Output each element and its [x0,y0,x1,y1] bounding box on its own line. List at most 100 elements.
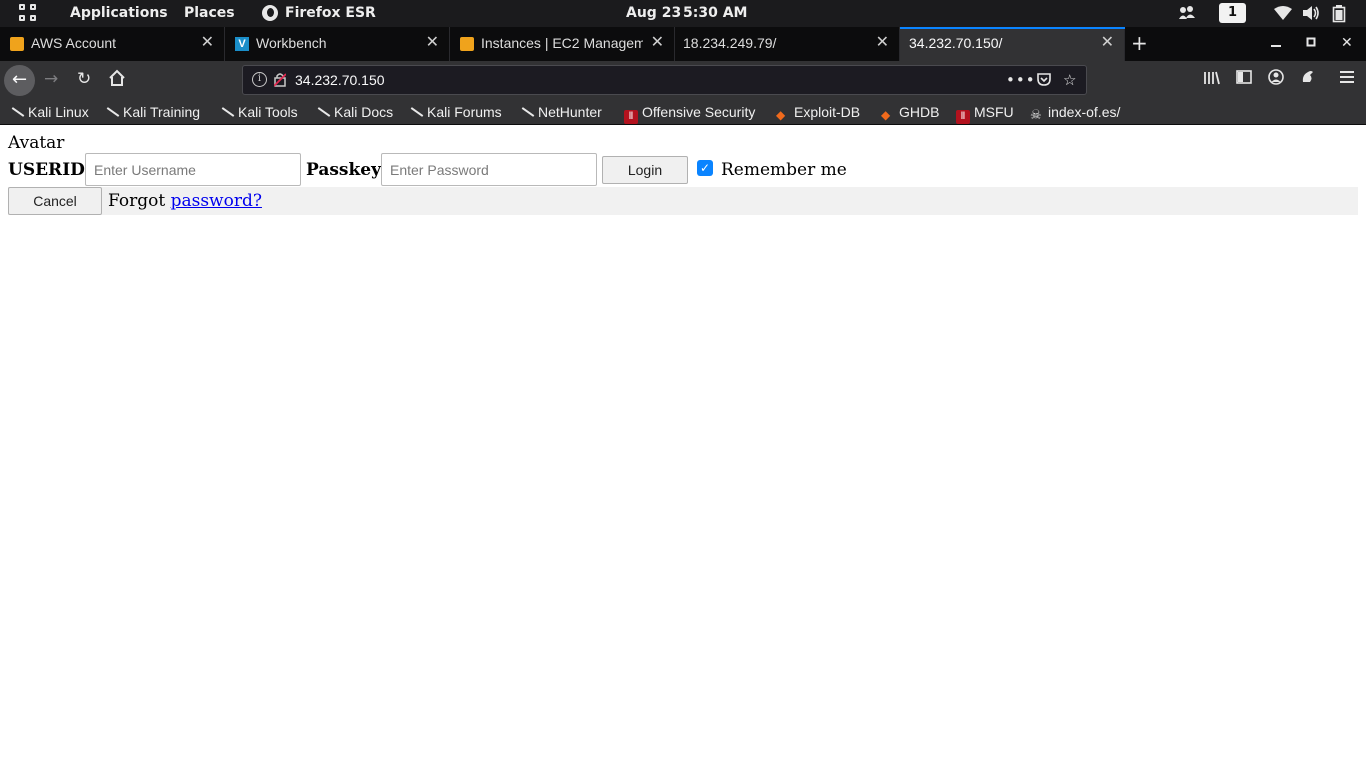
bookmark-star-icon[interactable]: ☆ [1063,71,1076,89]
tab-title: 34.232.70.150/ [909,35,1003,51]
bookmark-label: Exploit-DB [794,104,861,120]
exploitdb-icon: ◆ [776,108,786,122]
username-input[interactable] [85,153,301,186]
firefox-app-menu[interactable]: Firefox ESR [285,5,376,21]
site-info-icon[interactable]: i [252,72,267,87]
offsec-icon: Ⅱ [624,110,638,124]
clock-date[interactable]: Aug 23 [626,5,681,21]
navigation-toolbar: ← → ↻ i 34.232.70.150 ••• ☆ [0,61,1366,99]
bookmark-label: NetHunter [538,104,602,120]
clock-time[interactable]: 5:30 AM [683,5,747,21]
bookmark-kali-linux[interactable]: Kali Linux [10,103,89,121]
people-icon[interactable] [1178,5,1196,21]
menu-hamburger-icon[interactable] [1339,69,1355,90]
password-input[interactable] [381,153,597,186]
tab-title: Instances | EC2 Managem [481,35,643,51]
sidebar-icon[interactable] [1236,69,1252,90]
bookmark-label: GHDB [899,104,940,120]
library-icon[interactable] [1203,69,1221,92]
aws-icon [10,37,24,51]
tab-34-232-70-150[interactable]: 34.232.70.150/ ✕ [900,27,1125,61]
bookmark-kali-tools[interactable]: Kali Tools [220,103,298,121]
bookmark-label: index-of.es/ [1048,104,1121,120]
tab-title: Workbench [256,35,327,51]
bookmark-ghdb[interactable]: ◆ GHDB [881,103,940,122]
bookmark-exploit-db[interactable]: ◆ Exploit-DB [776,103,861,122]
wifi-icon[interactable] [1274,5,1292,21]
bookmark-label: Kali Forums [427,104,502,120]
bookmark-label: MSFU [974,104,1014,120]
volume-icon[interactable] [1302,5,1320,21]
forgot-password-text: Forgot password? [108,191,262,211]
bookmark-label: Kali Docs [334,104,394,120]
page-actions-icon[interactable]: ••• [1006,71,1036,89]
page-content: Avatar USERID Passkey Login ✓ Remember m… [0,126,1366,768]
reload-icon[interactable]: ↻ [77,69,91,89]
kali-icon [316,105,330,119]
maximize-icon[interactable] [1306,35,1318,53]
close-tab-icon[interactable]: ✕ [651,34,664,52]
exploitdb-icon: ◆ [881,108,891,122]
url-text[interactable]: 34.232.70.150 [295,72,385,88]
minimize-icon[interactable] [1270,35,1282,53]
kali-icon [10,105,24,119]
remember-me-checkbox[interactable]: ✓ [697,160,713,176]
userid-label: USERID [8,160,85,180]
bookmark-index-of[interactable]: ☠ index-of.es/ [1030,103,1121,122]
tab-ec2-instances[interactable]: Instances | EC2 Managem ✕ [450,27,675,61]
skull-icon: ☠ [1030,107,1042,122]
back-icon[interactable]: ← [4,65,35,96]
tab-workbench[interactable]: V Workbench ✕ [225,27,450,61]
close-tab-icon[interactable]: ✕ [201,34,214,52]
kali-icon [520,105,534,119]
bookmark-label: Kali Tools [238,104,298,120]
forward-icon[interactable]: → [44,69,58,89]
tab-title: AWS Account [31,35,117,51]
tab-title: 18.234.249.79/ [683,35,777,51]
close-window-icon[interactable]: ✕ [1341,35,1353,51]
avatar-alt-text: Avatar [8,133,65,153]
vocareum-icon: V [235,37,249,51]
kali-icon [105,105,119,119]
forgot-password-link[interactable]: password? [171,191,262,211]
firefox-icon [262,5,278,21]
offsec-icon: Ⅱ [956,110,970,124]
kali-icon [220,105,234,119]
app-grid-icon[interactable] [19,4,39,24]
close-tab-icon[interactable]: ✕ [1101,34,1114,52]
bookmark-label: Offensive Security [642,104,756,120]
bookmark-kali-training[interactable]: Kali Training [105,103,200,121]
login-button[interactable]: Login [602,156,688,184]
tab-strip: AWS Account ✕ V Workbench ✕ Instances | … [0,27,1366,61]
bookmark-kali-forums[interactable]: Kali Forums [409,103,502,121]
places-menu[interactable]: Places [184,5,235,21]
account-icon[interactable] [1268,69,1284,90]
remember-me-label[interactable]: Remember me [721,160,847,180]
bookmark-label: Kali Linux [28,104,89,120]
home-icon[interactable] [108,69,126,92]
forgot-label: Forgot [108,191,166,211]
bookmark-kali-docs[interactable]: Kali Docs [316,103,393,121]
workspace-indicator[interactable]: 1 [1219,3,1246,23]
new-tab-icon[interactable]: + [1131,32,1148,54]
aws-icon [460,37,474,51]
tab-aws-account[interactable]: AWS Account ✕ [0,27,225,61]
bookmark-nethunter[interactable]: NetHunter [520,103,602,121]
address-bar[interactable]: i 34.232.70.150 ••• ☆ [242,65,1087,95]
close-tab-icon[interactable]: ✕ [876,34,889,52]
passkey-label: Passkey [306,160,381,180]
pocket-icon[interactable] [1036,71,1052,91]
insecure-lock-icon[interactable] [273,72,287,87]
close-tab-icon[interactable]: ✕ [426,34,439,52]
applications-menu[interactable]: Applications [70,5,168,21]
bookmarks-toolbar: Kali Linux Kali Training Kali Tools Kali… [0,99,1366,125]
cancel-button[interactable]: Cancel [8,187,102,215]
bookmark-msfu[interactable]: Ⅱ MSFU [956,103,1014,124]
battery-icon[interactable] [1332,5,1346,23]
tab-18-234-249-79[interactable]: 18.234.249.79/ ✕ [675,27,900,61]
kali-icon [409,105,423,119]
bookmark-offensive-security[interactable]: Ⅱ Offensive Security [624,103,756,124]
system-top-bar: Applications Places Firefox ESR Aug 23 5… [0,0,1366,27]
extension-icon[interactable] [1300,69,1316,90]
bookmark-label: Kali Training [123,104,201,120]
